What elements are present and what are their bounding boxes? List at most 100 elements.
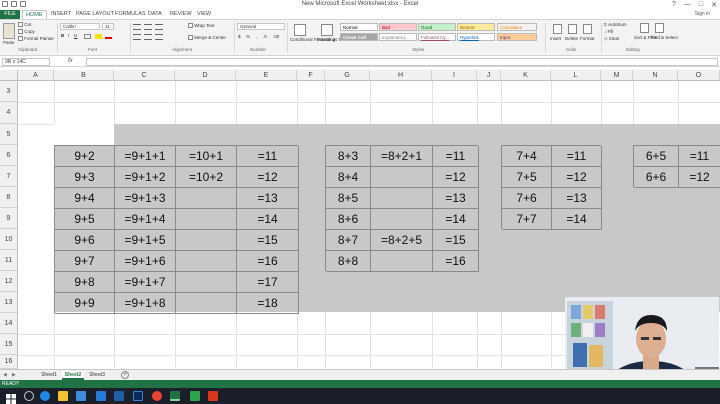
cell[interactable]: 6+5 xyxy=(634,146,679,167)
insert-function-button[interactable]: fx xyxy=(68,58,73,64)
tab-review[interactable]: REVIEW xyxy=(167,10,195,19)
column-header-o[interactable]: O xyxy=(678,70,720,81)
active-cell-b5[interactable] xyxy=(54,124,114,145)
italic-button[interactable]: I xyxy=(68,33,69,39)
style-normal[interactable]: Normal xyxy=(340,23,378,31)
paste-icon[interactable] xyxy=(3,23,15,39)
help-icon[interactable]: ? xyxy=(672,1,676,9)
cell[interactable]: =16 xyxy=(433,251,479,272)
font-name-select[interactable]: Calibri xyxy=(60,23,100,30)
recorder-icon[interactable] xyxy=(208,391,218,401)
cell[interactable]: =9+1+2 xyxy=(115,167,176,188)
cell[interactable]: =17 xyxy=(237,272,299,293)
autosum-button[interactable]: Σ AutoSum xyxy=(604,22,627,28)
format-as-table-icon[interactable] xyxy=(321,24,333,36)
minimize-icon[interactable]: — xyxy=(684,1,691,9)
decrease-decimal-button[interactable]: .00 xyxy=(273,34,279,40)
tab-data[interactable]: DATA xyxy=(145,10,165,19)
cell[interactable]: =15 xyxy=(237,230,299,251)
column-header-c[interactable]: C xyxy=(114,70,175,81)
format-cells-button[interactable]: Format xyxy=(580,36,594,42)
cell[interactable] xyxy=(371,167,433,188)
cell[interactable]: =13 xyxy=(433,188,479,209)
excel-icon[interactable] xyxy=(170,391,180,401)
delete-cells-button[interactable]: Delete xyxy=(565,36,578,42)
align-center-icon[interactable] xyxy=(144,34,152,40)
cell[interactable]: =9+1+7 xyxy=(115,272,176,293)
insert-cells-icon[interactable] xyxy=(553,24,562,34)
wrap-text-button[interactable]: Wrap Text xyxy=(188,23,214,29)
column-header-e[interactable]: E xyxy=(236,70,297,81)
cell[interactable]: =12 xyxy=(433,167,479,188)
store-icon[interactable] xyxy=(76,391,86,401)
cell[interactable] xyxy=(176,209,237,230)
cell[interactable]: =12 xyxy=(237,167,299,188)
style-check-cell[interactable]: Check Cell xyxy=(340,33,378,41)
cell[interactable]: =9+1+5 xyxy=(115,230,176,251)
conditional-formatting-icon[interactable] xyxy=(294,24,306,36)
sheet-tab-sheet3[interactable]: Sheet3 xyxy=(86,371,108,380)
cell[interactable]: 9+9 xyxy=(55,293,115,314)
find-select-button[interactable]: Find & Select xyxy=(651,35,678,40)
row-header-15[interactable]: 15 xyxy=(0,334,18,355)
select-all-button[interactable] xyxy=(0,70,18,81)
cell[interactable]: =15 xyxy=(433,230,479,251)
merge-center-button[interactable]: Merge & Center xyxy=(188,35,226,41)
cell[interactable] xyxy=(176,251,237,272)
row-header-5[interactable]: 5 xyxy=(0,124,18,145)
cell[interactable] xyxy=(371,251,433,272)
cell[interactable]: 8+4 xyxy=(326,167,371,188)
photoshop-icon[interactable] xyxy=(133,391,143,401)
column-header-i[interactable]: I xyxy=(432,70,477,81)
close-icon[interactable]: ✕ xyxy=(711,1,717,9)
currency-button[interactable]: $ xyxy=(238,34,241,40)
row-header-11[interactable]: 11 xyxy=(0,250,18,271)
tab-file[interactable]: FILE xyxy=(0,10,20,19)
cell[interactable]: =8+2+1 xyxy=(371,146,433,167)
tab-formulas[interactable]: FORMULAS xyxy=(112,10,149,19)
format-painter-button[interactable]: Format Painter xyxy=(18,36,54,42)
cell[interactable]: 7+7 xyxy=(502,209,552,230)
camtasia-icon[interactable] xyxy=(190,391,200,401)
cell[interactable] xyxy=(176,272,237,293)
chrome-icon[interactable] xyxy=(152,391,162,401)
tab-insert[interactable]: INSERT xyxy=(48,10,74,19)
cell[interactable]: 9+8 xyxy=(55,272,115,293)
cell[interactable]: =14 xyxy=(237,209,299,230)
percent-button[interactable]: % xyxy=(246,34,250,40)
cell[interactable]: 9+7 xyxy=(55,251,115,272)
cell[interactable] xyxy=(176,188,237,209)
row-header-9[interactable]: 9 xyxy=(0,208,18,229)
style-followed-hyperlink[interactable]: Followed Hy... xyxy=(418,33,456,41)
cell[interactable]: =13 xyxy=(552,188,602,209)
align-middle-icon[interactable] xyxy=(144,24,152,30)
cell[interactable]: =9+1+4 xyxy=(115,209,176,230)
cell[interactable]: 8+3 xyxy=(326,146,371,167)
cell[interactable]: 8+5 xyxy=(326,188,371,209)
cell[interactable]: =9+1+1 xyxy=(115,146,176,167)
align-left-icon[interactable] xyxy=(133,34,141,40)
style-explanatory[interactable]: Explanatory... xyxy=(379,33,417,41)
cell[interactable]: =10+1 xyxy=(176,146,237,167)
cell[interactable]: =12 xyxy=(679,167,720,188)
style-hyperlink[interactable]: Hyperlink xyxy=(457,33,495,41)
clear-button[interactable]: ◇ Clear xyxy=(604,36,620,42)
delete-cells-icon[interactable] xyxy=(568,24,577,34)
borders-icon[interactable] xyxy=(84,34,91,39)
column-header-j[interactable]: J xyxy=(477,70,501,81)
cell[interactable] xyxy=(176,230,237,251)
column-header-g[interactable]: G xyxy=(325,70,370,81)
row-header-13[interactable]: 13 xyxy=(0,292,18,313)
name-box[interactable]: 9R x 14C xyxy=(2,58,50,66)
edge-icon[interactable] xyxy=(40,391,50,401)
align-bottom-icon[interactable] xyxy=(155,24,163,30)
cell[interactable]: 9+5 xyxy=(55,209,115,230)
cell[interactable]: 6+6 xyxy=(634,167,679,188)
cell[interactable]: =9+1+3 xyxy=(115,188,176,209)
cell[interactable]: 9+4 xyxy=(55,188,115,209)
sort-filter-icon[interactable] xyxy=(640,23,649,33)
column-header-b[interactable]: B xyxy=(54,70,114,81)
underline-button[interactable]: U xyxy=(74,33,77,39)
windows-start-icon[interactable] xyxy=(6,391,16,404)
row-header-8[interactable]: 8 xyxy=(0,187,18,208)
